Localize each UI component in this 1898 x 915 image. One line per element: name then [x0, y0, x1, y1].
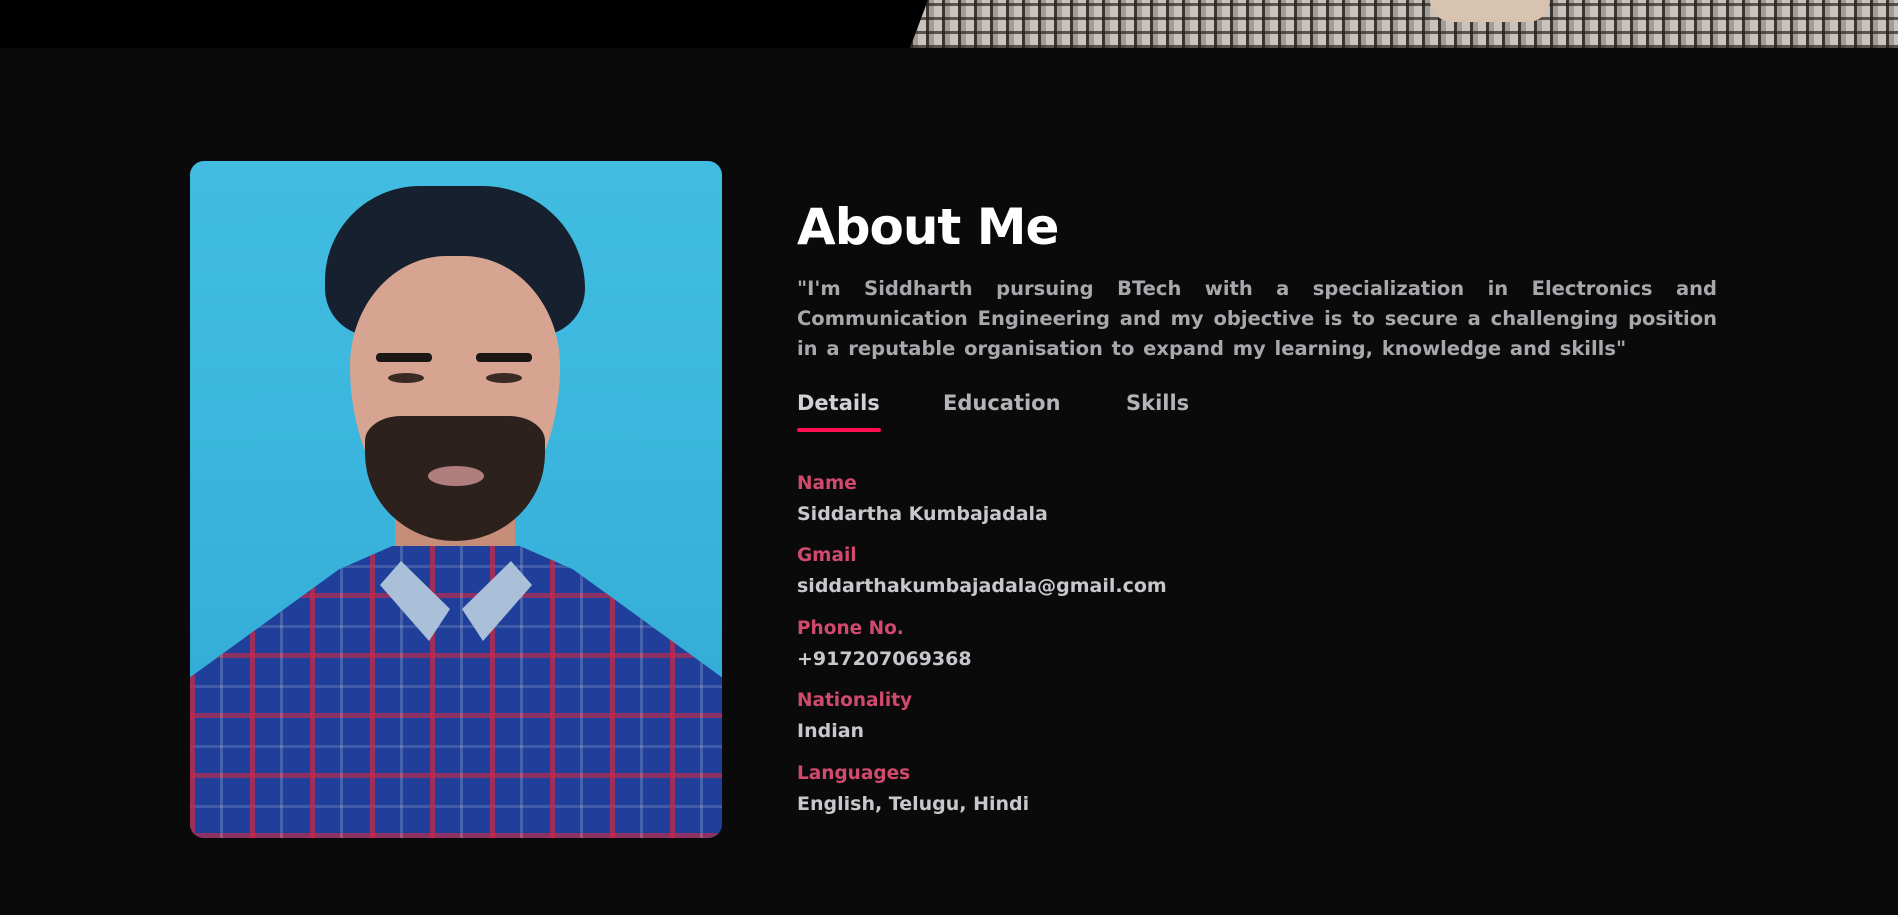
about-section: About Me "I'm Siddharth pursuing BTech w…: [0, 48, 1898, 915]
photo-shirt: [190, 546, 722, 838]
about-content: About Me "I'm Siddharth pursuing BTech w…: [797, 48, 1717, 915]
active-tab-underline: [797, 428, 881, 432]
tab-details[interactable]: Details: [797, 391, 880, 415]
tab-education[interactable]: Education: [943, 391, 1061, 415]
detail-label: Languages: [797, 763, 911, 784]
detail-value: +917207069368: [797, 648, 972, 670]
detail-languages: Languages English, Telugu, Hindi: [797, 763, 1397, 833]
detail-value: Siddartha Kumbajadala: [797, 503, 1048, 525]
tab-skills[interactable]: Skills: [1126, 391, 1189, 415]
detail-label: Name: [797, 473, 857, 494]
about-title: About Me: [797, 198, 1059, 256]
profile-photo: [190, 161, 722, 838]
detail-label: Phone No.: [797, 618, 904, 639]
detail-label: Gmail: [797, 545, 857, 566]
hero-photo-skin: [1430, 0, 1550, 22]
detail-phone: Phone No. +917207069368: [797, 618, 1397, 688]
photo-brow-left: [376, 353, 432, 362]
detail-label: Nationality: [797, 690, 913, 711]
detail-value: English, Telugu, Hindi: [797, 793, 1030, 815]
photo-lips: [428, 466, 484, 486]
detail-value[interactable]: siddarthakumbajadala@gmail.com: [797, 575, 1167, 597]
hero-section-bottom: [0, 0, 1898, 48]
detail-nationality: Nationality Indian: [797, 690, 1397, 760]
detail-gmail: Gmail siddarthakumbajadala@gmail.com: [797, 545, 1397, 615]
hero-photo: [910, 0, 1898, 48]
photo-brow-right: [476, 353, 532, 362]
detail-value: Indian: [797, 720, 865, 742]
photo-eye-left: [388, 373, 424, 383]
about-quote: "I'm Siddharth pursuing BTech with a spe…: [797, 277, 1717, 360]
photo-eye-right: [486, 373, 522, 383]
detail-name: Name Siddartha Kumbajadala: [797, 473, 1397, 543]
